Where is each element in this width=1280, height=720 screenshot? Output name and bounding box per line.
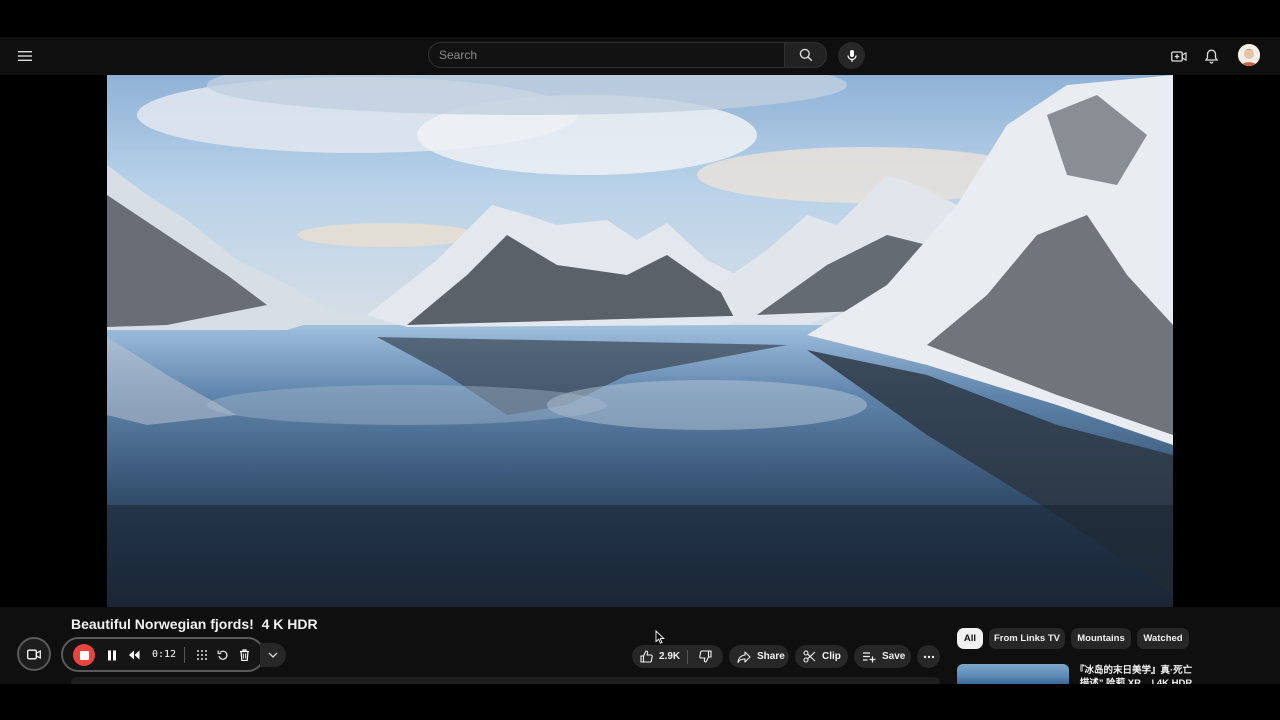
description-panel-edge	[71, 677, 940, 684]
pause-icon	[108, 650, 116, 660]
recommended-video-thumbnail[interactable]	[957, 664, 1069, 684]
share-button[interactable]: Share	[729, 645, 789, 668]
rewind-button[interactable]	[127, 648, 141, 662]
recommended-video-title[interactable]: 『冰岛的末日美学』真·死亡 „描述” 哈莉 XR... | 4K HDR	[1075, 664, 1205, 684]
voice-search-button[interactable]	[838, 42, 865, 69]
thumbs-down-icon	[699, 650, 712, 663]
more-actions-button[interactable]	[917, 645, 940, 668]
chip-watched[interactable]: Watched	[1137, 628, 1189, 649]
chip-all[interactable]: All	[957, 628, 983, 649]
toolbar-divider	[184, 647, 185, 663]
search-input[interactable]	[429, 43, 769, 67]
share-icon	[737, 650, 751, 663]
video-title: Beautiful Norwegian fjords! 4 K HDR	[71, 616, 318, 632]
header-bar	[0, 37, 1280, 75]
fjord-video-frame	[107, 75, 1173, 607]
create-button[interactable]	[1168, 45, 1190, 67]
like-button[interactable]: 2.9K	[632, 645, 687, 668]
more-horizontal-icon	[923, 655, 934, 658]
top-letterbox	[0, 0, 1280, 37]
share-label: Share	[757, 651, 785, 662]
menu-icon[interactable]	[12, 43, 38, 69]
video-camera-icon	[27, 649, 41, 659]
trash-icon	[239, 649, 249, 661]
save-button[interactable]: Save	[854, 645, 911, 668]
notifications-button[interactable]	[1200, 45, 1222, 67]
stop-recording-button[interactable]	[73, 644, 95, 666]
chip-mountains[interactable]: Mountains	[1071, 628, 1131, 649]
pause-button[interactable]	[105, 648, 119, 662]
playlist-add-icon	[863, 651, 876, 662]
create-icon	[1171, 50, 1187, 62]
screen-recorder-toolbar: 0:12	[61, 637, 265, 672]
mouse-cursor-icon	[655, 630, 665, 644]
bottom-letterbox	[0, 684, 1280, 720]
subscribe-dropdown-button[interactable]	[260, 643, 286, 667]
like-count: 2.9K	[659, 651, 681, 662]
recording-timer: 0:12	[152, 649, 177, 660]
search-icon	[799, 48, 812, 62]
screen-recorder-camera-button[interactable]	[17, 637, 51, 671]
restart-button[interactable]	[216, 648, 230, 662]
like-dislike-group: 2.9K	[632, 645, 723, 668]
grid-button[interactable]	[195, 648, 209, 662]
bell-icon	[1204, 49, 1218, 64]
thumbs-up-icon	[640, 650, 653, 663]
clip-button[interactable]: Clip	[795, 645, 848, 668]
chip-from-links-tv[interactable]: From Links TV	[989, 628, 1065, 649]
scissors-icon	[803, 650, 816, 663]
chevron-down-icon	[268, 652, 278, 658]
delete-button[interactable]	[237, 648, 251, 662]
save-label: Save	[882, 651, 906, 662]
video-player[interactable]	[107, 75, 1173, 607]
stop-icon	[79, 650, 89, 660]
dislike-button[interactable]	[688, 645, 723, 668]
mic-icon	[846, 49, 857, 62]
restart-icon	[217, 650, 228, 660]
avatar[interactable]	[1238, 44, 1260, 66]
rewind-icon	[129, 650, 140, 660]
grid-icon	[197, 650, 207, 660]
clip-label: Clip	[822, 651, 841, 662]
search-button[interactable]	[785, 42, 827, 68]
search-field[interactable]	[428, 42, 785, 68]
